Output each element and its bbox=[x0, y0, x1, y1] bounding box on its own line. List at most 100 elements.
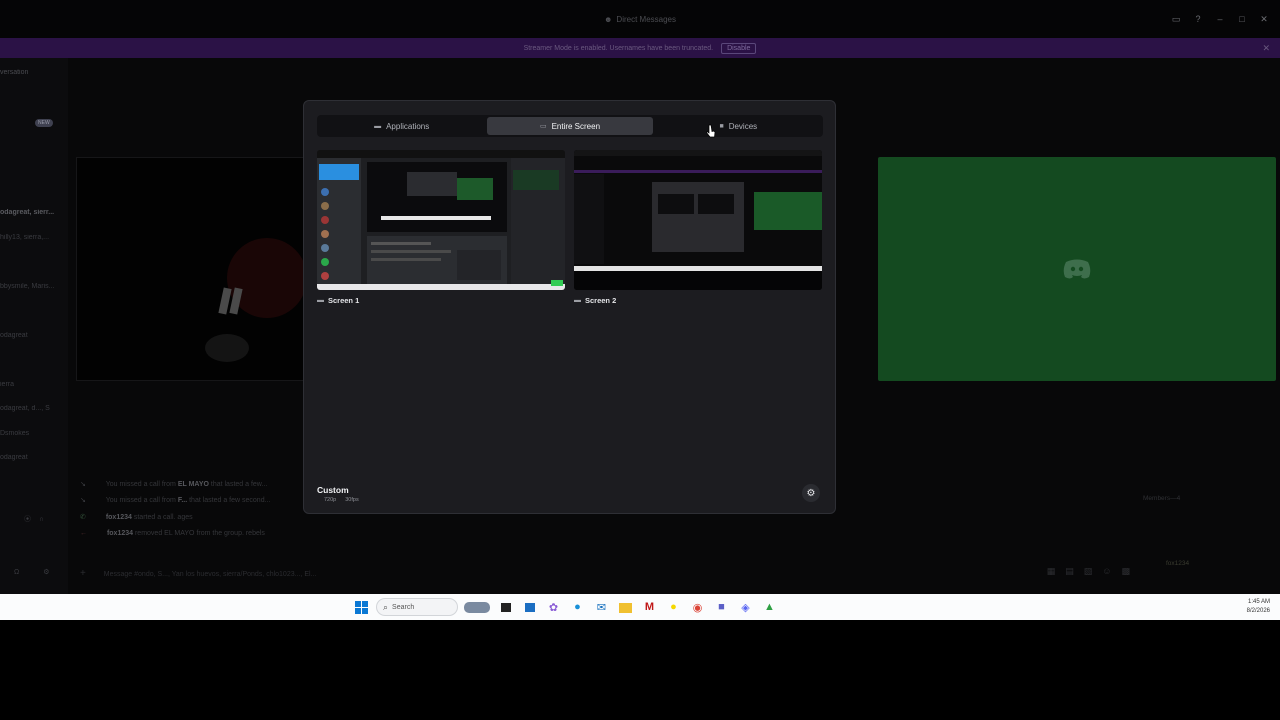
screen-1-label: ▬ Screen 1 bbox=[317, 296, 359, 305]
mcafee-icon[interactable]: M bbox=[640, 598, 659, 617]
monitor-icon: ▬ bbox=[317, 297, 324, 304]
dm-icon: ☻ bbox=[604, 14, 613, 24]
dm-item[interactable]: ierra bbox=[0, 381, 68, 388]
windows-start-icon[interactable] bbox=[352, 598, 371, 617]
feed-text: that lasted a few second... bbox=[187, 497, 271, 504]
members-header: Members—4 bbox=[1143, 495, 1181, 502]
disable-streamer-button[interactable]: Disable bbox=[721, 42, 757, 54]
sticker-icon[interactable]: ▧ bbox=[1084, 566, 1093, 577]
apps-icon[interactable]: ▩ bbox=[1121, 566, 1130, 577]
paused-stream-icon bbox=[205, 238, 307, 362]
screen-2-preview[interactable] bbox=[574, 150, 822, 290]
gift-icon[interactable]: ▦ bbox=[1047, 566, 1056, 577]
snapchat-icon[interactable]: ● bbox=[664, 598, 683, 617]
window-controls: ▭ ? – □ ✕ bbox=[1166, 0, 1274, 38]
streamer-mode-banner: Streamer Mode is enabled. Usernames have… bbox=[0, 38, 1280, 58]
video-tile-green[interactable] bbox=[878, 157, 1276, 381]
source-name: Screen 2 bbox=[585, 296, 617, 305]
feed-username[interactable]: EL MAYO bbox=[178, 481, 209, 488]
feed-text: You missed a call from bbox=[105, 497, 178, 504]
feed-username[interactable]: F... bbox=[178, 497, 187, 504]
message-composer[interactable]: + Message #ondo, S..., Yan los huevos, s… bbox=[80, 568, 480, 579]
minimize-button[interactable]: – bbox=[1210, 14, 1230, 24]
window-icon: ▬ bbox=[374, 122, 382, 130]
framerate-value: 30fps bbox=[345, 497, 359, 503]
emoji-icon[interactable]: ☺ bbox=[1102, 566, 1111, 577]
tab-label: Applications bbox=[386, 121, 430, 131]
user-panel: ⦿ ∩ bbox=[0, 514, 68, 524]
teams-icon[interactable]: ■ bbox=[712, 598, 731, 617]
dm-sidebar: versation NEW odagreat, sierr... hilly13… bbox=[0, 58, 68, 594]
feed-text: removed EL MAYO from the group. rebels bbox=[133, 530, 265, 537]
feed-text: You missed a call from bbox=[105, 481, 178, 488]
banner-close-icon[interactable]: ✕ bbox=[1262, 43, 1270, 54]
android-icon[interactable]: ▲ bbox=[760, 598, 779, 617]
add-attachment-icon[interactable]: + bbox=[80, 568, 86, 579]
taskbar-search[interactable]: ⌕ Search bbox=[376, 598, 458, 616]
feed-username[interactable]: fox1234 bbox=[107, 530, 133, 537]
quality-title[interactable]: Custom bbox=[317, 485, 349, 495]
source-tabs: ▬ Applications ▭ Entire Screen ■ Devices bbox=[317, 115, 823, 137]
clock-date: 8/2/2026 bbox=[1246, 608, 1270, 614]
dm-item[interactable]: odagreat bbox=[0, 454, 68, 461]
widget-icon[interactable] bbox=[463, 598, 491, 617]
screen-2-thumbnail bbox=[574, 150, 822, 290]
search-icon: ⌕ bbox=[383, 601, 389, 612]
call-icon: ↘ bbox=[80, 481, 86, 488]
close-button[interactable]: ✕ bbox=[1254, 14, 1274, 25]
tab-entire-screen[interactable]: ▭ Entire Screen bbox=[487, 117, 653, 135]
screen-1-preview[interactable] bbox=[317, 150, 565, 290]
discord-icon[interactable]: ◈ bbox=[736, 598, 755, 617]
monitor-icon: ▬ bbox=[574, 297, 581, 304]
copilot-icon[interactable]: ✿ bbox=[544, 598, 563, 617]
dm-item[interactable]: hilly13, sierra,... bbox=[0, 234, 68, 241]
desktop-screen: ☻ Direct Messages ▭ ? – □ ✕ Streamer Mod… bbox=[0, 0, 1280, 620]
system-clock[interactable]: 1:45 AM 8/2/2026 bbox=[1247, 598, 1270, 616]
dm-item[interactable]: odagreat, sierr... bbox=[0, 209, 68, 216]
edge-icon[interactable]: ● bbox=[568, 598, 587, 617]
chrome-icon[interactable]: ◉ bbox=[688, 598, 707, 617]
headset-icon[interactable]: Ω bbox=[14, 569, 19, 576]
tab-label: Devices bbox=[728, 121, 758, 131]
screen-2-label: ▬ Screen 2 bbox=[574, 296, 616, 305]
camera-icon: ■ bbox=[719, 122, 724, 130]
title-bar: ☻ Direct Messages ▭ ? – □ ✕ bbox=[0, 0, 1280, 38]
headphones-icon[interactable]: ∩ bbox=[39, 516, 44, 523]
settings-icon[interactable]: ⚙ bbox=[43, 569, 49, 576]
help-icon[interactable]: ? bbox=[1188, 14, 1208, 24]
mic-icon[interactable]: ⦿ bbox=[24, 516, 31, 523]
dm-item[interactable]: odagreat, d..., S bbox=[0, 405, 68, 412]
source-name: Screen 1 bbox=[328, 296, 360, 305]
window-title: Direct Messages bbox=[616, 14, 676, 24]
new-badge: NEW bbox=[35, 119, 53, 127]
dm-item[interactable]: odagreat bbox=[0, 332, 68, 339]
search-placeholder: Search bbox=[392, 603, 415, 611]
gear-icon: ⚙ bbox=[806, 487, 816, 499]
monitor-icon: ▭ bbox=[539, 123, 547, 130]
video-tile-participant bbox=[76, 157, 307, 381]
dm-item[interactable]: Dsmokes bbox=[0, 430, 68, 437]
taskbar-apps: ⌕ Search ✿ ● ✉ M ● ◉ ■ ◈ ▲ bbox=[352, 594, 779, 620]
leave-icon: ← bbox=[80, 530, 87, 537]
outlook-icon[interactable]: ✉ bbox=[592, 598, 611, 617]
dm-item[interactable]: bbysmile, Maris... bbox=[0, 283, 68, 290]
member-name[interactable]: fox1234 bbox=[1166, 560, 1189, 567]
feed-username[interactable]: fox1234 bbox=[106, 514, 132, 521]
resolution-value: 720p bbox=[324, 497, 337, 503]
screen-1-thumbnail bbox=[317, 150, 565, 290]
tab-label: Entire Screen bbox=[551, 121, 601, 131]
stream-settings-button[interactable]: ⚙ bbox=[802, 484, 820, 502]
tab-devices[interactable]: ■ Devices bbox=[656, 117, 821, 135]
user-controls: Ω ⚙ bbox=[0, 568, 68, 576]
file-explorer-icon[interactable] bbox=[616, 598, 635, 617]
composer-toolbar: ▦ ▤ ▧ ☺ ▩ bbox=[1047, 566, 1130, 577]
discord-logo-icon bbox=[1063, 259, 1091, 279]
store-icon[interactable] bbox=[520, 598, 539, 617]
inbox-icon[interactable]: ▭ bbox=[1166, 14, 1186, 25]
tab-applications[interactable]: ▬ Applications bbox=[319, 117, 484, 135]
feed-text: that lasted a few... bbox=[208, 481, 268, 488]
task-view-icon[interactable] bbox=[496, 598, 515, 617]
gif-icon[interactable]: ▤ bbox=[1065, 566, 1074, 577]
feed-row: ✆ fox1234 started a call. ages bbox=[80, 513, 480, 521]
maximize-button[interactable]: □ bbox=[1232, 14, 1252, 24]
